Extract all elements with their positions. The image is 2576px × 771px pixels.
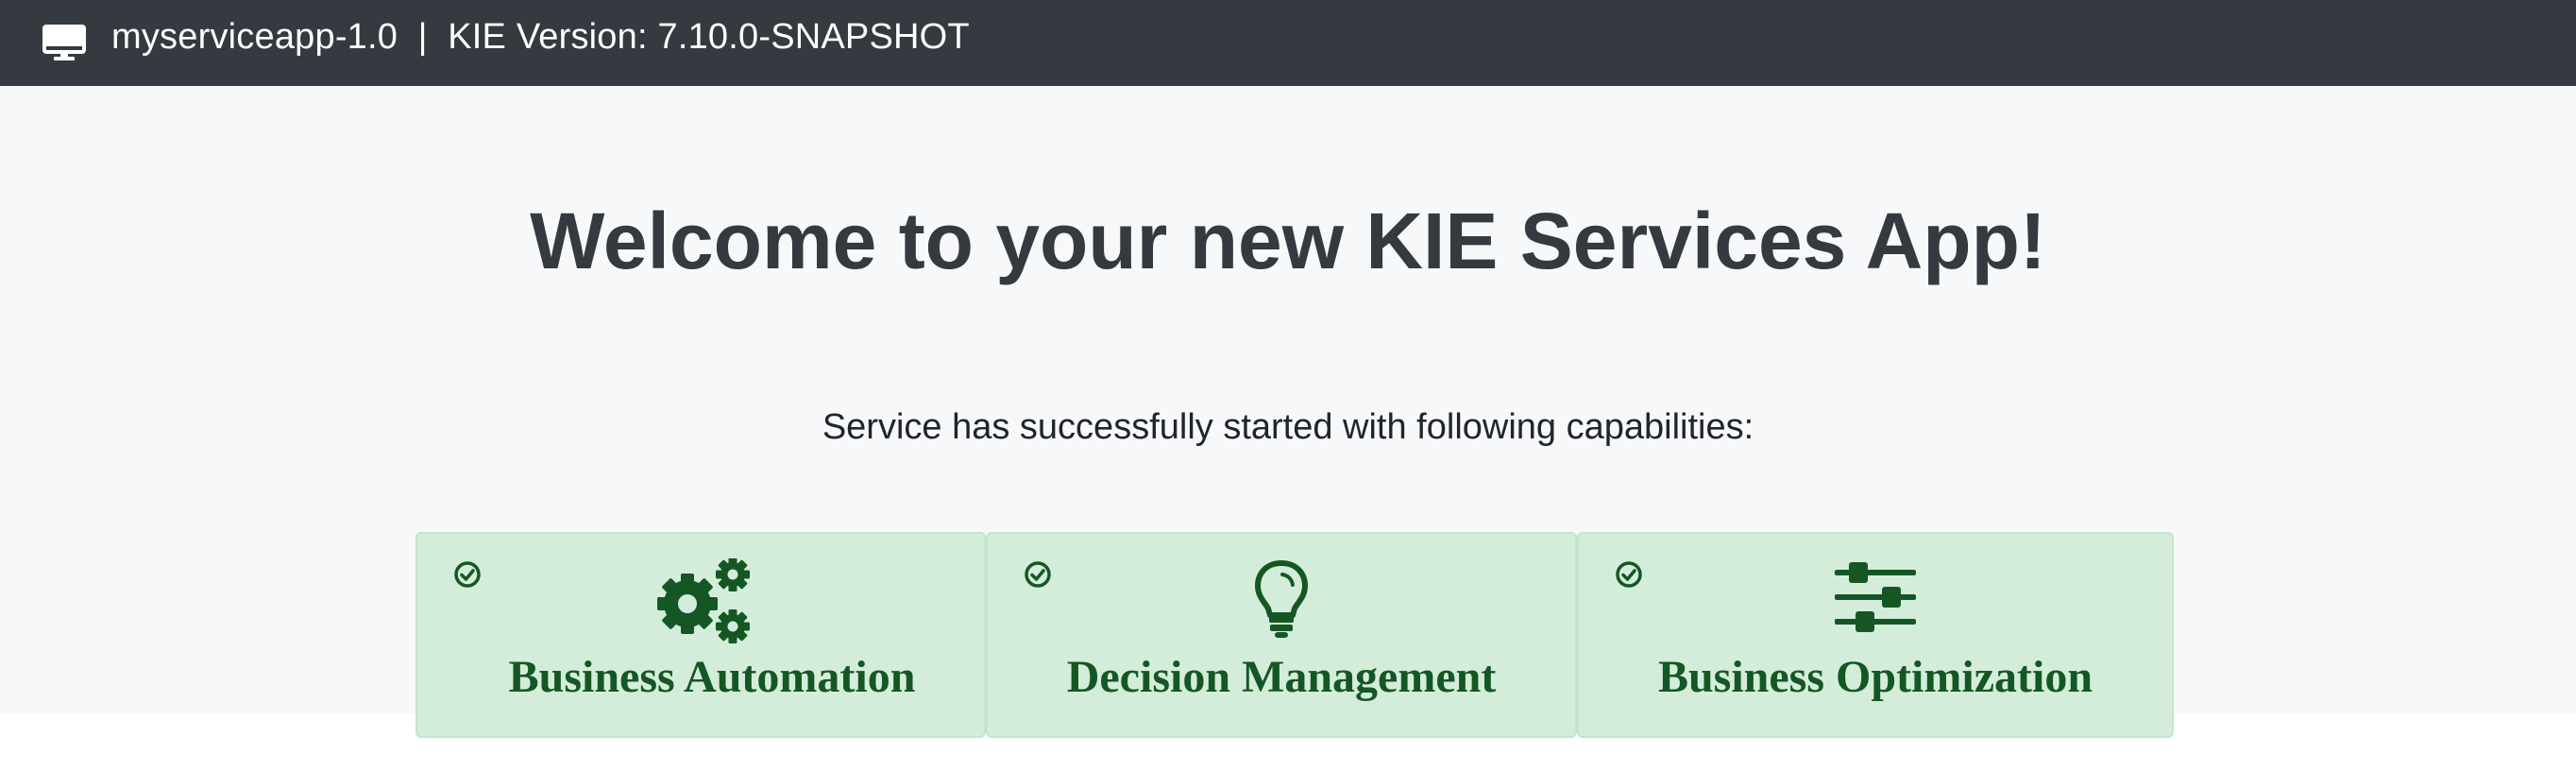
capability-label: Business Automation [508, 652, 916, 702]
page-title: Welcome to your new KIE Services App! [530, 197, 2046, 285]
app-name: myserviceapp-1.0 [111, 17, 398, 57]
capability-card-business-optimization: Business Optimization [1577, 532, 2174, 738]
capability-label: Business Optimization [1657, 652, 2093, 702]
navbar-title: myserviceapp-1.0 | KIE Version: 7.10.0-S… [111, 17, 970, 58]
capabilities-subtitle: Service has successfully started with fo… [822, 407, 1754, 447]
lightbulb-icon [988, 558, 1575, 640]
top-navbar: myserviceapp-1.0 | KIE Version: 7.10.0-S… [0, 0, 2576, 86]
sliders-icon [1579, 558, 2172, 636]
kie-version: KIE Version: 7.10.0-SNAPSHOT [448, 17, 970, 57]
desktop-icon [42, 24, 87, 63]
cogs-icon [429, 558, 984, 645]
capability-label: Decision Management [1066, 652, 1497, 702]
main-content: Welcome to your new KIE Services App! Se… [0, 86, 2576, 738]
title-separator: | [417, 17, 428, 57]
capability-card-decision-management: Decision Management [986, 532, 1577, 738]
capability-card-business-automation: Business Automation [415, 532, 986, 738]
